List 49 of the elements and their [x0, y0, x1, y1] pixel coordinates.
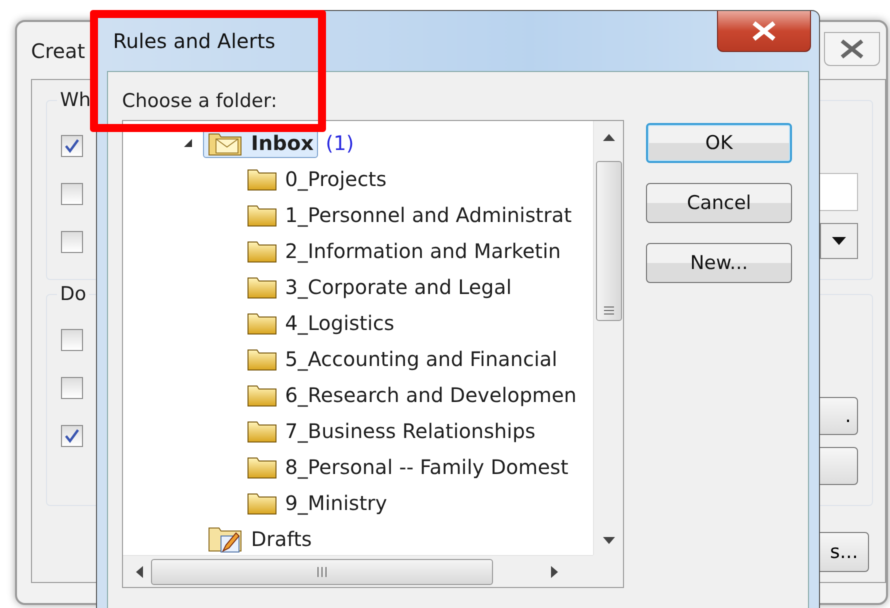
tree-item[interactable]: 8_Personal -- Family Domest — [243, 453, 572, 481]
checkbox[interactable] — [61, 425, 83, 447]
checkbox[interactable] — [61, 377, 83, 399]
tree-item[interactable]: 3_Corporate and Legal — [243, 273, 516, 301]
folder-icon — [247, 203, 277, 227]
scroll-thumb[interactable] — [151, 558, 493, 584]
collapse-arrow-icon[interactable] — [183, 138, 193, 148]
checkbox[interactable] — [61, 231, 83, 253]
folder-icon — [247, 491, 277, 515]
tree-item[interactable]: Drafts — [203, 522, 316, 555]
folder-icon — [247, 275, 277, 299]
close-button[interactable] — [717, 11, 811, 52]
folder-icon — [247, 419, 277, 443]
dialog-button[interactable]: OK — [646, 123, 792, 163]
checkbox[interactable] — [61, 135, 83, 157]
tree-item[interactable]: 4_Logistics — [243, 309, 398, 337]
folder-icon — [247, 239, 277, 263]
folder-icon — [247, 347, 277, 371]
tree-item[interactable]: 9_Ministry — [243, 489, 392, 517]
caret-icon — [832, 237, 846, 245]
window-title: Creat — [31, 38, 86, 62]
scroll-right-icon[interactable] — [551, 566, 559, 578]
prompt-label: Choose a folder: — [122, 90, 278, 114]
close-icon — [750, 21, 778, 41]
scroll-up-icon[interactable] — [602, 133, 614, 141]
tree-item[interactable]: 1_Personnel and Administrat — [243, 201, 576, 229]
horizontal-scrollbar[interactable] — [123, 555, 593, 587]
tree-item[interactable]: 5_Accounting and Financial — [243, 345, 562, 373]
folder-icon — [247, 167, 277, 191]
window-title: Rules and Alerts — [113, 29, 276, 53]
unread-count: (1) — [326, 131, 354, 155]
tree-item[interactable]: 6_Research and Developmen — [243, 381, 581, 409]
checkbox[interactable] — [61, 329, 83, 351]
vertical-scrollbar[interactable] — [593, 121, 623, 555]
dropdown-button[interactable] — [820, 223, 858, 259]
checkbox[interactable] — [61, 183, 83, 205]
scroll-left-icon[interactable] — [135, 566, 143, 578]
folder-icon — [247, 383, 277, 407]
scroll-down-icon[interactable] — [602, 537, 614, 545]
tree-item[interactable]: 0_Projects — [243, 165, 391, 193]
dialog-button[interactable]: Cancel — [646, 183, 792, 223]
folder-icon — [247, 455, 277, 479]
folder-icon — [247, 311, 277, 335]
tree-item[interactable]: 7_Business Relationships — [243, 417, 540, 445]
scroll-thumb[interactable] — [596, 161, 622, 321]
close-icon — [839, 39, 865, 59]
tree-item[interactable]: 2_Information and Marketin — [243, 237, 565, 265]
close-button[interactable] — [824, 32, 880, 66]
dialog-button[interactable]: New... — [646, 243, 792, 283]
